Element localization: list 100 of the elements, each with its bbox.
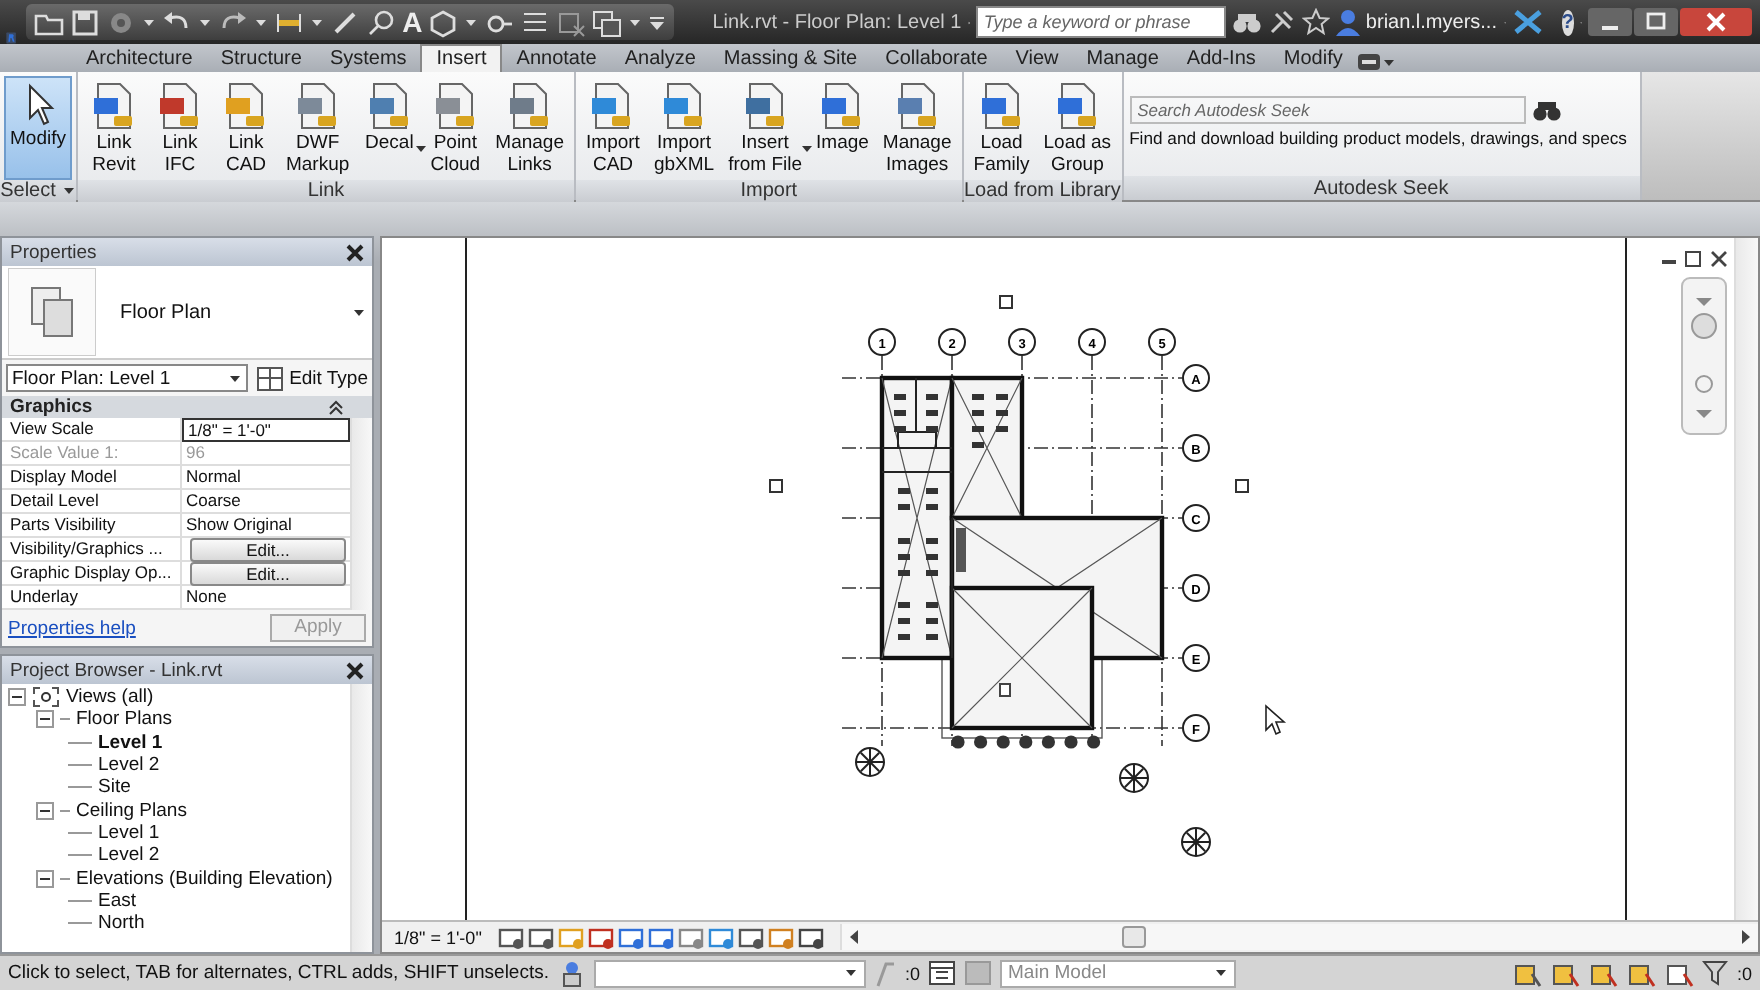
caret-icon[interactable] (464, 15, 479, 29)
switch-windows-icon[interactable] (592, 7, 623, 37)
ribbon-tab[interactable]: Annotate (502, 46, 611, 72)
ribbon-button[interactable]: Decal (357, 76, 422, 180)
measure-icon[interactable] (330, 7, 361, 37)
view-selector-dropdown[interactable]: Floor Plan: Level 1 (6, 364, 248, 392)
caret-icon[interactable] (1214, 966, 1229, 980)
ribbon-button[interactable]: Modify (4, 76, 72, 180)
ribbon-tab[interactable]: Modify (1269, 46, 1357, 72)
elevation-marker-icon (1235, 479, 1249, 493)
edit-button[interactable]: Edit... (190, 562, 346, 586)
properties-help-link[interactable]: Properties help (8, 617, 136, 639)
view-window-controls-icon[interactable] (1662, 250, 1728, 268)
ribbon-tab[interactable]: Massing & Site (709, 46, 872, 72)
horizontal-scrollbar[interactable] (839, 924, 1758, 950)
tree-item[interactable]: Level 1 (98, 731, 163, 754)
close-windows-icon[interactable] (556, 7, 587, 37)
caret-icon[interactable] (198, 15, 213, 29)
tree-item[interactable]: Views (all) (66, 686, 154, 709)
tree-item[interactable]: Site (98, 776, 131, 799)
property-name: Parts Visibility (2, 514, 182, 536)
ribbon-button[interactable]: Import CAD (580, 76, 646, 180)
property-value-field[interactable]: 1/8" = 1'-0" (182, 418, 350, 442)
seek-search-field[interactable]: Search Autodesk Seek (1129, 96, 1526, 124)
ribbon-button[interactable]: DWF Markup (279, 76, 356, 180)
star-icon[interactable] (1301, 8, 1330, 36)
ribbon-button[interactable]: Insert from File (722, 76, 809, 180)
close-icon[interactable] (346, 243, 364, 261)
ribbon-tab[interactable]: Manage (1072, 46, 1173, 72)
ribbon-tab[interactable]: Systems (315, 46, 421, 72)
edit-button[interactable]: Edit... (190, 538, 346, 562)
collapse-icon[interactable] (36, 710, 54, 729)
caret-icon[interactable] (142, 15, 157, 29)
edit-type-button[interactable]: Edit Type (255, 365, 368, 391)
type-selector[interactable]: Floor Plan (2, 266, 372, 360)
scrollbar[interactable] (350, 684, 372, 952)
caret-icon[interactable] (310, 15, 325, 29)
caret-icon[interactable] (61, 184, 76, 198)
collapse-icon[interactable] (328, 399, 344, 415)
ribbon-tab[interactable]: Insert (420, 44, 503, 72)
design-option-dropdown[interactable]: Main Model (1000, 959, 1237, 987)
panel-toggle-icon[interactable] (1356, 52, 1397, 72)
ribbon-tab[interactable]: Analyze (610, 46, 710, 72)
caret-icon[interactable] (843, 966, 857, 980)
text-tool-button[interactable]: A (402, 6, 423, 38)
property-value: Coarse (184, 490, 243, 512)
tree-item[interactable]: East (98, 889, 137, 912)
tree-item[interactable]: Level 1 (98, 821, 160, 844)
view-scale[interactable]: 1/8" = 1'-0" (394, 927, 482, 947)
caret-icon[interactable] (254, 15, 269, 29)
ribbon-button[interactable]: Manage Links (489, 76, 571, 180)
tree-item[interactable]: Ceiling Plans (76, 799, 187, 822)
ribbon-button[interactable]: Link CAD (213, 76, 278, 180)
ribbon-button[interactable]: Link IFC (147, 76, 212, 180)
user-name[interactable]: brian.l.myers... (1365, 11, 1497, 33)
ribbon-button[interactable]: Import gbXML (647, 76, 721, 180)
ribbon-button[interactable]: Manage Images (876, 76, 958, 180)
minimize-icon[interactable] (1588, 8, 1632, 36)
caret-icon[interactable] (413, 142, 428, 156)
scroll-right-icon[interactable] (1738, 928, 1754, 946)
tree-item[interactable]: Level 2 (98, 754, 160, 777)
binoculars-icon[interactable] (1231, 9, 1262, 35)
design-options-icon[interactable] (928, 960, 957, 986)
collapse-icon[interactable] (36, 869, 54, 888)
ribbon-tab[interactable]: Architecture (72, 46, 207, 72)
caret-icon[interactable] (352, 305, 366, 319)
file-icon (741, 80, 790, 132)
filter-icon[interactable] (1702, 960, 1729, 986)
scrollbar[interactable] (1734, 238, 1758, 920)
customize-icon[interactable] (648, 13, 667, 31)
scroll-left-icon[interactable] (845, 928, 862, 946)
caret-icon[interactable] (628, 15, 643, 29)
ribbon-button[interactable]: Load Family (967, 76, 1036, 180)
thin-lines-icon[interactable] (520, 7, 551, 37)
tree-item[interactable]: North (98, 912, 145, 935)
scroll-thumb[interactable] (1121, 926, 1146, 948)
collapse-icon[interactable] (36, 801, 54, 820)
save-icon[interactable] (70, 7, 101, 37)
close-icon[interactable] (346, 661, 364, 679)
user-icon[interactable] (1335, 8, 1360, 36)
ribbon-button[interactable]: Image (810, 76, 875, 180)
tree-item[interactable]: Elevations (Building Elevation) (76, 867, 333, 890)
tree-item[interactable]: Floor Plans (76, 708, 173, 731)
file-icon (431, 80, 480, 132)
ribbon-button[interactable]: Load as Group (1037, 76, 1118, 180)
ribbon-tab[interactable]: View (1001, 46, 1073, 72)
tree-item[interactable]: Level 2 (98, 844, 160, 867)
caret-icon[interactable] (227, 371, 242, 385)
ribbon-tab[interactable]: Collaborate (871, 46, 1002, 72)
ribbon-button[interactable]: Point Cloud (423, 76, 488, 180)
palette-title: Project Browser - Link.rvt (10, 659, 223, 681)
help-button[interactable]: ? (1561, 9, 1574, 35)
ribbon-tab[interactable]: Structure (206, 46, 316, 72)
ribbon-button[interactable]: Link Revit (81, 76, 146, 180)
ribbon-tab[interactable]: Add-Ins (1172, 46, 1270, 72)
search-field[interactable]: Type a keyword or phrase (975, 6, 1226, 38)
caret-icon[interactable] (800, 142, 815, 156)
restore-icon[interactable] (1634, 8, 1678, 36)
binoculars-icon[interactable] (1531, 97, 1562, 123)
collapse-icon[interactable] (8, 688, 26, 707)
